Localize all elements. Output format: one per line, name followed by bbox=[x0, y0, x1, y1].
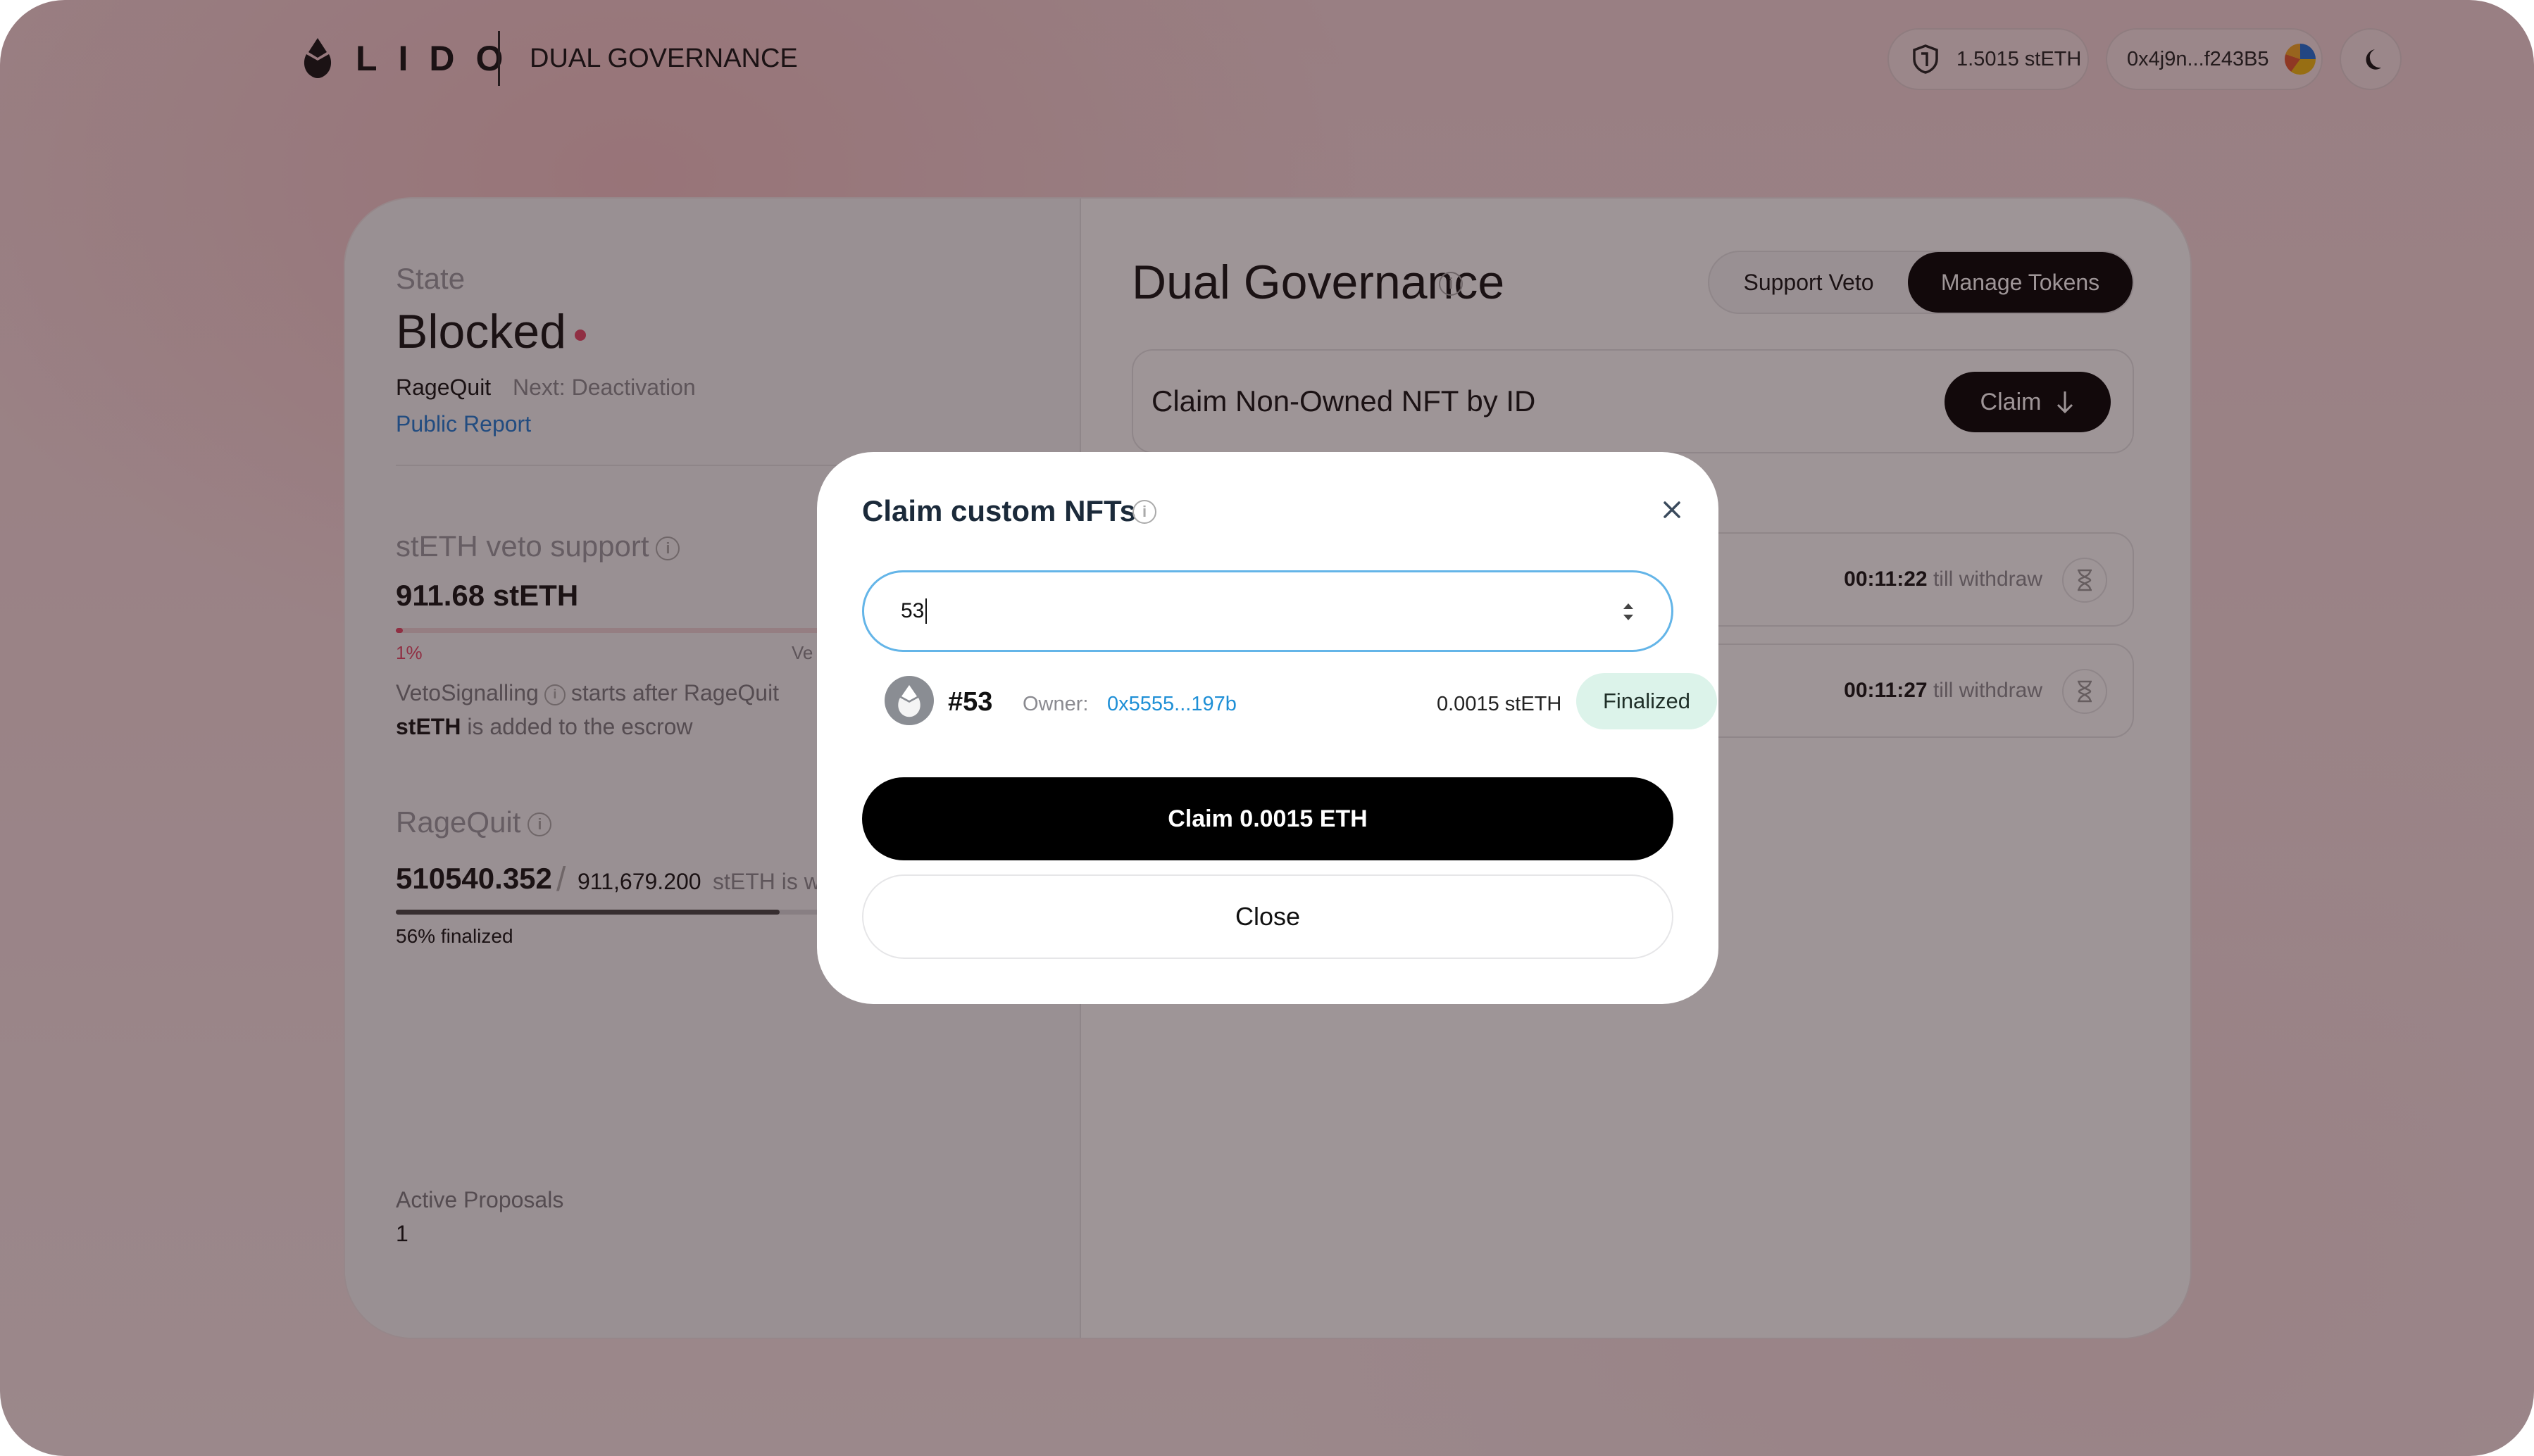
claim-custom-nfts-modal: Claim custom NFTs i 53 #53 Owner: 0x5555… bbox=[817, 452, 1718, 1004]
status-badge: Finalized bbox=[1576, 673, 1717, 729]
nft-id: #53 bbox=[948, 687, 993, 717]
nft-id-input-value: 53 bbox=[901, 599, 925, 622]
close-button[interactable]: Close bbox=[862, 874, 1673, 959]
close-icon[interactable] bbox=[1655, 493, 1689, 527]
info-icon[interactable]: i bbox=[1132, 500, 1156, 524]
steth-token-icon bbox=[885, 676, 934, 725]
text-caret bbox=[925, 598, 928, 624]
screen: LIDO DUAL GOVERNANCE 1.5015 stETH 0x4j9n… bbox=[0, 0, 2534, 1456]
owner-address-link[interactable]: 0x5555...197b bbox=[1107, 693, 1237, 716]
owner-label: Owner: bbox=[1023, 693, 1089, 715]
nft-amount: 0.0015 stETH bbox=[1437, 693, 1562, 715]
modal-title: Claim custom NFTs bbox=[862, 494, 1136, 527]
number-stepper-icon[interactable] bbox=[1619, 598, 1637, 626]
claim-eth-button[interactable]: Claim 0.0015 ETH bbox=[862, 777, 1673, 860]
nft-list-item[interactable]: #53 Owner: 0x5555...197b 0.0015 stETH Fi… bbox=[885, 672, 1717, 732]
nft-id-input[interactable]: 53 bbox=[862, 570, 1673, 652]
